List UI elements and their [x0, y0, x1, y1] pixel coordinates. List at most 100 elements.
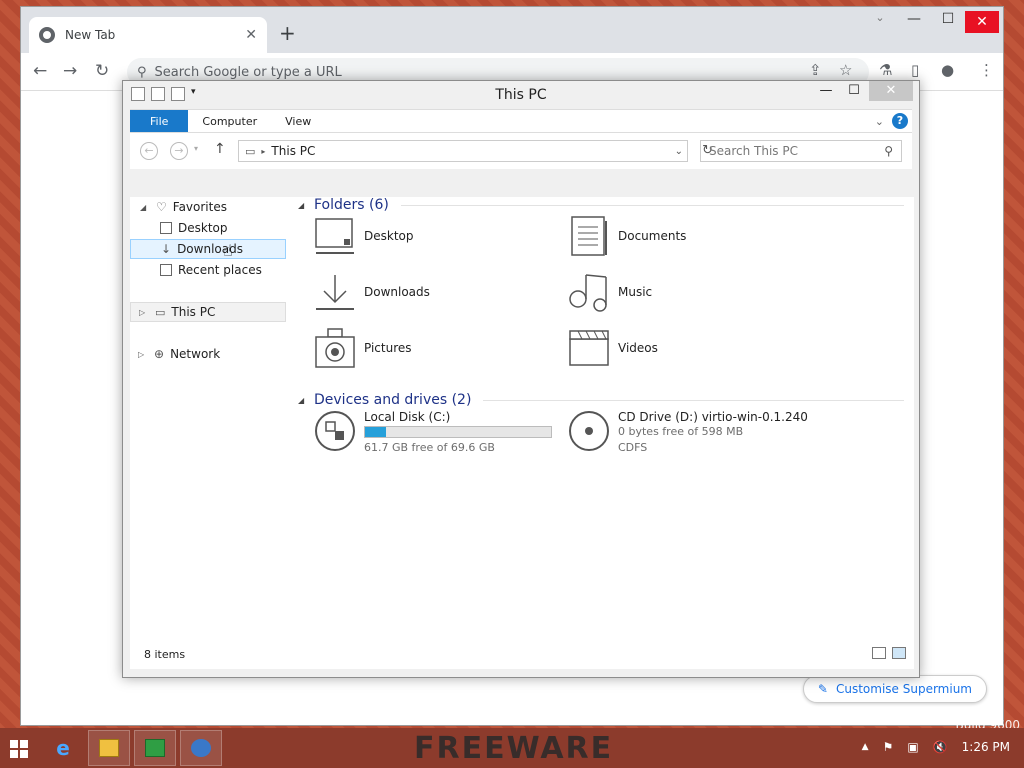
- collapse-triangle-icon[interactable]: ◢: [298, 201, 308, 210]
- disk-usage-fill: [365, 427, 387, 437]
- computer-icon: ▭: [245, 144, 256, 158]
- bookmark-star-icon[interactable]: ☆: [839, 61, 852, 79]
- drive-name: Local Disk (C:): [364, 410, 451, 424]
- nav-downloads[interactable]: ↓ Downloads: [130, 239, 286, 259]
- address-bar-row: ← → ▾ ↑ ▭ ▸ This PC ⌄ ↻ Search This PC ⚲: [130, 133, 912, 169]
- folder-label: Desktop: [364, 229, 414, 243]
- folder-tile-pictures[interactable]: Pictures: [314, 327, 412, 369]
- maximize-icon[interactable]: ☐: [839, 81, 869, 101]
- ribbon: File Computer View ⌄ ?: [130, 109, 912, 133]
- omnibox-placeholder: Search Google or type a URL: [154, 64, 342, 80]
- drive-name: CD Drive (D:) virtio-win-0.1.240: [618, 410, 808, 424]
- details-view-icon[interactable]: [872, 647, 886, 659]
- folder-label: Downloads: [364, 285, 430, 299]
- back-icon[interactable]: ←: [33, 61, 47, 81]
- action-center-flag-icon[interactable]: ⚑: [883, 740, 894, 754]
- folder-label: Music: [618, 285, 653, 299]
- large-icons-view-icon[interactable]: [892, 647, 906, 659]
- taskbar-ie[interactable]: e: [42, 730, 84, 766]
- explorer-body: ◢ ♡ Favorites Desktop ↓ Downloads Recent…: [130, 197, 914, 641]
- collapse-triangle-icon[interactable]: ◢: [140, 203, 150, 212]
- show-hidden-icons-icon[interactable]: ▲: [862, 742, 869, 752]
- chevron-down-icon[interactable]: ⌄: [675, 146, 683, 157]
- nav-favorites[interactable]: ◢ ♡ Favorites: [140, 197, 290, 217]
- store-icon: [145, 739, 165, 757]
- minimize-icon[interactable]: —: [897, 11, 931, 27]
- devices-group-header[interactable]: ◢ Devices and drives (2): [298, 392, 904, 408]
- tab-search-icon[interactable]: ⌄: [863, 11, 897, 24]
- nav-this-pc[interactable]: ▷ ▭ This PC: [130, 302, 286, 322]
- pencil-icon: ✎: [817, 682, 828, 696]
- explorer-titlebar: ▾ This PC — ☐ ✕: [123, 81, 919, 109]
- collapse-triangle-icon[interactable]: ◢: [298, 396, 308, 405]
- chevron-right-icon[interactable]: ▸: [261, 147, 265, 156]
- customise-label: Customise Supermium: [835, 682, 972, 696]
- close-window-icon[interactable]: ✕: [965, 11, 999, 33]
- up-icon[interactable]: ↑: [214, 141, 226, 157]
- folder-tile-videos[interactable]: Videos: [568, 327, 658, 369]
- videos-clapper-icon: [569, 330, 609, 366]
- help-icon[interactable]: ?: [892, 113, 908, 129]
- disk-usage-bar: [364, 426, 552, 438]
- drive-tile-d[interactable]: CD Drive (D:) virtio-win-0.1.240 0 bytes…: [568, 410, 808, 456]
- menu-kebab-icon[interactable]: ⋮: [979, 61, 994, 79]
- back-icon[interactable]: ←: [140, 142, 158, 160]
- taskbar-browser[interactable]: [180, 730, 222, 766]
- content-pane: ◢ Folders (6) Desktop Documents Download…: [223, 197, 914, 641]
- taskbar-store[interactable]: [134, 730, 176, 766]
- freeware-watermark: FREEWARE: [414, 731, 614, 766]
- nav-label: This PC: [171, 305, 216, 319]
- network-icon[interactable]: ▣: [907, 740, 918, 754]
- tab-file[interactable]: File: [130, 110, 189, 132]
- new-tab-icon[interactable]: +: [279, 21, 296, 45]
- close-tab-icon[interactable]: ✕: [245, 27, 257, 43]
- documents-folder-icon: [571, 216, 607, 256]
- clock[interactable]: 1:26 PM: [962, 740, 1010, 754]
- address-box[interactable]: ▭ ▸ This PC ⌄ ↻: [238, 140, 713, 162]
- folder-tile-documents[interactable]: Documents: [568, 215, 686, 257]
- expand-ribbon-icon[interactable]: ⌄: [875, 115, 884, 128]
- search-icon: ⚲: [884, 144, 893, 158]
- folders-group-header[interactable]: ◢ Folders (6): [298, 197, 904, 213]
- drive-tile-c[interactable]: Local Disk (C:) 61.7 GB free of 69.6 GB: [314, 410, 552, 456]
- nav-label: Network: [170, 347, 221, 361]
- minimize-icon[interactable]: —: [811, 81, 841, 101]
- desktop-folder-icon: [315, 218, 354, 254]
- labs-flask-icon[interactable]: ⚗: [879, 61, 892, 79]
- volume-muted-icon[interactable]: 🔇: [933, 740, 948, 754]
- tab-view[interactable]: View: [271, 110, 325, 132]
- file-explorer-icon: [99, 739, 119, 757]
- nav-desktop[interactable]: Desktop: [160, 218, 290, 238]
- close-window-icon[interactable]: ✕: [869, 81, 913, 101]
- nav-network[interactable]: ▷ ⊕ Network: [138, 344, 288, 364]
- side-panel-icon[interactable]: ▯: [911, 61, 919, 79]
- forward-icon[interactable]: →: [170, 142, 188, 160]
- downloads-folder-icon: [316, 275, 354, 310]
- expand-triangle-icon[interactable]: ▷: [139, 308, 149, 317]
- folder-tile-desktop[interactable]: Desktop: [314, 215, 414, 257]
- nav-label: Recent places: [178, 263, 262, 277]
- search-input[interactable]: Search This PC ⚲: [700, 140, 902, 162]
- browser-tab[interactable]: New Tab ✕: [29, 17, 267, 53]
- internet-explorer-icon: e: [56, 736, 70, 760]
- nav-label: Downloads: [177, 242, 243, 256]
- taskbar: e FREEWARE ▲ ⚑ ▣ 🔇 1:26 PM: [0, 728, 1024, 768]
- profile-avatar-icon[interactable]: ●: [941, 61, 954, 79]
- reload-icon[interactable]: ↻: [95, 61, 109, 81]
- tab-computer[interactable]: Computer: [188, 110, 271, 132]
- nav-recent-places[interactable]: Recent places: [160, 260, 290, 280]
- expand-triangle-icon[interactable]: ▷: [138, 350, 148, 359]
- group-title: Devices and drives (2): [314, 392, 472, 408]
- customise-button[interactable]: ✎ Customise Supermium: [802, 675, 987, 703]
- forward-icon[interactable]: →: [63, 61, 77, 81]
- taskbar-file-explorer[interactable]: [88, 730, 130, 766]
- maximize-icon[interactable]: ☐: [931, 11, 965, 27]
- recent-locations-icon[interactable]: ▾: [194, 144, 198, 153]
- tab-title: New Tab: [65, 28, 116, 42]
- folder-tile-downloads[interactable]: Downloads: [314, 271, 430, 313]
- computer-icon: ▭: [155, 305, 166, 319]
- folder-tile-music[interactable]: Music: [568, 271, 652, 313]
- start-windows-icon[interactable]: [10, 740, 28, 758]
- share-icon[interactable]: ⇪: [809, 61, 822, 79]
- hard-disk-icon: [315, 411, 355, 451]
